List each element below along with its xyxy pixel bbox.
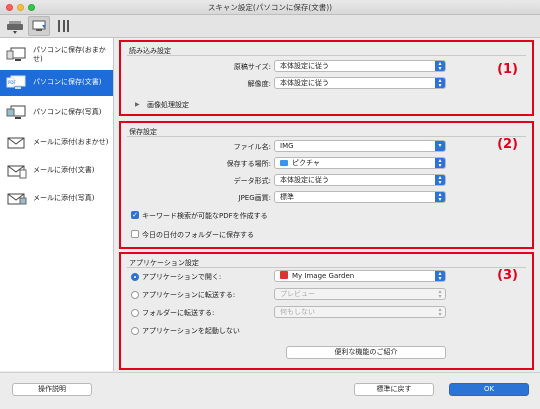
window-title: スキャン設定(パソコンに保存(文書)) bbox=[207, 3, 333, 12]
chevron-updown-icon: ▴ ▾ bbox=[438, 288, 442, 300]
save-settings-section: 保存設定 (2) ファイル名: IMG ▾ 保存する場所: ピクチャ ▴ ▾ デー… bbox=[119, 121, 534, 249]
jpeg-quality-value: 標準 bbox=[280, 193, 294, 201]
image-processing-toggle[interactable]: 画像処理設定 bbox=[147, 100, 189, 110]
sidebar-item-label: パソコンに保存(おまかせ) bbox=[33, 46, 106, 63]
document-size-label: 原稿サイズ: bbox=[233, 63, 271, 71]
open-app-select[interactable]: My Image Garden ▴ ▾ bbox=[274, 270, 446, 282]
restore-defaults-button[interactable]: 標準に戻す bbox=[354, 383, 434, 396]
sidebar-item-mail-document[interactable]: メールに添付(文書) bbox=[0, 158, 113, 184]
send-app-radio[interactable] bbox=[131, 291, 139, 299]
sidebar-item-pc-document[interactable]: PDF パソコンに保存(文書) bbox=[0, 70, 113, 96]
app-settings-section: アプリケーション設定 (3) アプリケーションで開く: My Image Gar… bbox=[119, 252, 534, 370]
send-folder-radio[interactable] bbox=[131, 309, 139, 317]
pc-auto-icon bbox=[5, 45, 29, 65]
scanner-tab-icon[interactable] bbox=[4, 16, 26, 36]
svg-text:PDF: PDF bbox=[8, 80, 16, 85]
send-app-label: アプリケーションに転送する: bbox=[142, 291, 236, 299]
document-size-value: 本体設定に従う bbox=[280, 62, 329, 70]
section-number: (2) bbox=[497, 137, 518, 152]
chevron-down-icon: ▾ bbox=[435, 141, 445, 151]
section-number: (1) bbox=[497, 62, 518, 77]
mail-photo-icon bbox=[5, 189, 29, 209]
save-location-value: ピクチャ bbox=[292, 159, 320, 167]
sidebar-item-label: パソコンに保存(写真) bbox=[33, 108, 102, 116]
open-app-value: My Image Garden bbox=[292, 272, 355, 280]
date-folder-label: 今日の日付のフォルダーに保存する bbox=[142, 231, 254, 239]
open-app-label: アプリケーションで開く: bbox=[142, 273, 222, 281]
document-size-select[interactable]: 本体設定に従う ▴ ▾ bbox=[274, 60, 446, 72]
sidebar-item-pc-photo[interactable]: パソコンに保存(写真) bbox=[0, 100, 113, 126]
send-folder-select[interactable]: 何もしない ▴ ▾ bbox=[274, 306, 446, 318]
ok-button[interactable]: OK bbox=[449, 383, 529, 396]
filename-combobox[interactable]: IMG ▾ bbox=[274, 140, 446, 152]
divider bbox=[127, 55, 526, 56]
send-folder-label: フォルダーに転送する: bbox=[142, 309, 215, 317]
pc-save-tab-icon[interactable] bbox=[28, 16, 50, 36]
chevron-updown-icon: ▴ ▾ bbox=[438, 306, 442, 318]
resolution-select[interactable]: 本体設定に従う ▴ ▾ bbox=[274, 77, 446, 89]
send-app-select[interactable]: プレビュー ▴ ▾ bbox=[274, 288, 446, 300]
sidebar-item-label: メールに添付(写真) bbox=[33, 194, 95, 202]
chevron-updown-icon: ▴ ▾ bbox=[435, 175, 445, 186]
sidebar-item-label: メールに添付(文書) bbox=[33, 166, 95, 174]
footer-divider bbox=[0, 372, 540, 373]
divider bbox=[127, 136, 526, 137]
save-location-label: 保存する場所: bbox=[226, 160, 271, 168]
pc-photo-icon bbox=[5, 103, 29, 123]
mail-auto-icon bbox=[5, 133, 29, 153]
scan-settings-section: 読み込み設定 (1) 原稿サイズ: 本体設定に従う ▴ ▾ 解像度: 本体設定に従… bbox=[119, 40, 534, 116]
mail-document-icon bbox=[5, 161, 29, 181]
sidebar-item-pc-auto[interactable]: パソコンに保存(おまかせ) bbox=[0, 42, 113, 68]
pc-document-icon: PDF bbox=[5, 73, 29, 93]
data-format-select[interactable]: 本体設定に従う ▴ ▾ bbox=[274, 174, 446, 186]
resolution-label: 解像度: bbox=[247, 80, 271, 88]
data-format-label: データ形式: bbox=[233, 177, 271, 185]
jpeg-quality-label: JPEG画質: bbox=[238, 194, 272, 202]
chevron-updown-icon: ▴ ▾ bbox=[435, 271, 445, 282]
divider bbox=[127, 267, 526, 268]
open-app-radio[interactable] bbox=[131, 273, 139, 281]
app-icon bbox=[280, 271, 288, 279]
disclosure-triangle-icon[interactable]: ▶ bbox=[135, 101, 140, 108]
chevron-updown-icon: ▴ ▾ bbox=[435, 61, 445, 72]
date-folder-checkbox[interactable] bbox=[131, 230, 139, 238]
folder-icon bbox=[280, 160, 288, 166]
title-bar: スキャン設定(パソコンに保存(文書)) bbox=[0, 0, 540, 15]
chevron-updown-icon: ▴ ▾ bbox=[435, 78, 445, 89]
chevron-updown-icon: ▴ ▾ bbox=[435, 192, 445, 203]
keyword-pdf-checkbox[interactable]: ✓ bbox=[131, 211, 139, 219]
sidebar-item-label: パソコンに保存(文書) bbox=[33, 78, 102, 86]
sidebar-item-mail-auto[interactable]: メールに添付(おまかせ) bbox=[0, 130, 113, 156]
keyword-pdf-label: キーワード検索が可能なPDFを作成する bbox=[142, 212, 268, 220]
sidebar: パソコンに保存(おまかせ) PDF パソコンに保存(文書) パソコンに保存(写真… bbox=[0, 38, 114, 371]
tools-tab-icon[interactable] bbox=[54, 16, 72, 36]
sidebar-item-mail-photo[interactable]: メールに添付(写真) bbox=[0, 186, 113, 212]
data-format-value: 本体設定に従う bbox=[280, 176, 329, 184]
save-location-select[interactable]: ピクチャ ▴ ▾ bbox=[274, 157, 446, 169]
help-button[interactable]: 操作説明 bbox=[12, 383, 92, 396]
resolution-value: 本体設定に従う bbox=[280, 79, 329, 87]
toolbar bbox=[0, 15, 540, 38]
jpeg-quality-select[interactable]: 標準 ▴ ▾ bbox=[274, 191, 446, 203]
send-folder-value: 何もしない bbox=[280, 308, 315, 316]
send-app-value: プレビュー bbox=[280, 290, 315, 298]
filename-value: IMG bbox=[280, 142, 294, 150]
sidebar-item-label: メールに添付(おまかせ) bbox=[33, 138, 109, 146]
no-app-radio[interactable] bbox=[131, 327, 139, 335]
filename-label: ファイル名: bbox=[233, 143, 271, 151]
section-number: (3) bbox=[497, 268, 518, 283]
no-app-label: アプリケーションを起動しない bbox=[142, 327, 240, 335]
settings-panel: 読み込み設定 (1) 原稿サイズ: 本体設定に従う ▴ ▾ 解像度: 本体設定に従… bbox=[119, 38, 534, 371]
useful-features-button[interactable]: 便利な機能のご紹介 bbox=[286, 346, 446, 359]
chevron-updown-icon: ▴ ▾ bbox=[435, 158, 445, 169]
